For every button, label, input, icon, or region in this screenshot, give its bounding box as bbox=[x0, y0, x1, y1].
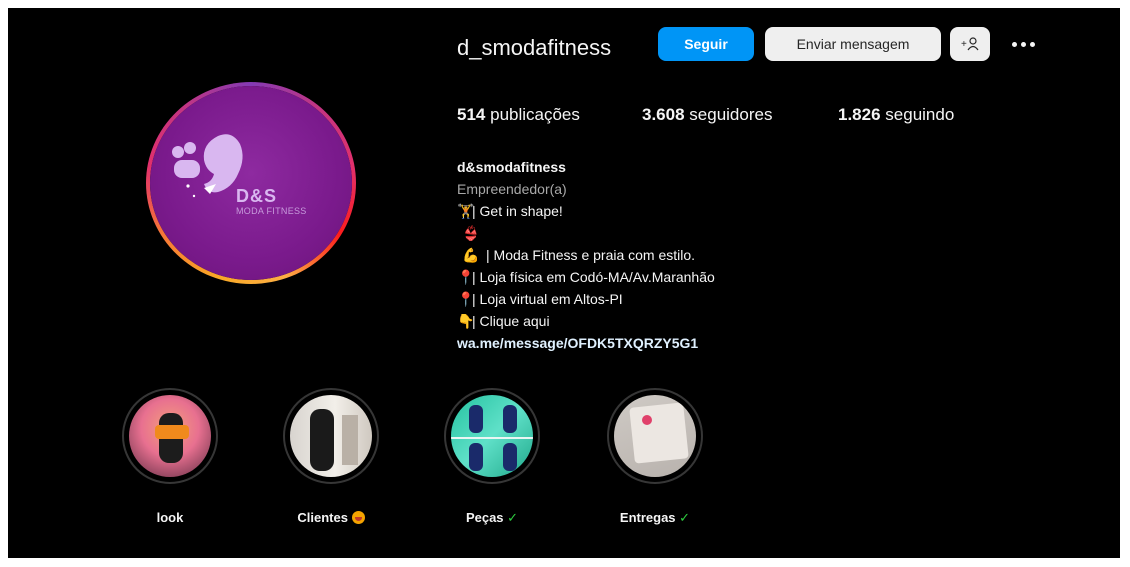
pointing-down-icon: 👇 bbox=[457, 313, 475, 329]
pin-icon: 📍 bbox=[457, 291, 475, 307]
highlight-cover bbox=[614, 395, 696, 477]
check-icon: ✓ bbox=[507, 510, 519, 525]
bio-line: 📍| Loja física em Codó-MA/Av.Maranhão bbox=[457, 266, 715, 288]
more-options-icon[interactable] bbox=[1012, 36, 1052, 52]
highlight-cover bbox=[129, 395, 211, 477]
logo-title: D&S bbox=[236, 186, 278, 206]
bio-line: 👙💪 | Moda Fitness e praia com estilo. bbox=[457, 222, 715, 266]
profile-bio: d&smodafitness Empreendedor(a) 🏋| Get in… bbox=[457, 156, 715, 354]
suggest-user-button[interactable]: + bbox=[950, 27, 990, 61]
follow-button[interactable]: Seguir bbox=[658, 27, 754, 61]
highlight-label: look bbox=[156, 510, 184, 525]
followers-stat[interactable]: 3.608 seguidores bbox=[642, 105, 772, 125]
profile-avatar[interactable]: D&S MODA FITNESS bbox=[146, 82, 356, 284]
following-label: seguindo bbox=[885, 105, 955, 124]
posts-count: 514 bbox=[457, 105, 486, 124]
bio-line: 🏋| Get in shape! bbox=[457, 200, 715, 222]
following-count: 1.826 bbox=[838, 105, 881, 124]
following-stat[interactable]: 1.826 seguindo bbox=[838, 105, 954, 125]
svg-text:+: + bbox=[961, 39, 967, 50]
followers-count: 3.608 bbox=[642, 105, 685, 124]
highlight-look[interactable]: look bbox=[120, 388, 220, 525]
highlight-label: Entregas ✓ bbox=[619, 510, 691, 525]
posts-label: publicações bbox=[490, 105, 580, 124]
bio-link[interactable]: wa.me/message/OFDK5TXQRZY5G1 bbox=[457, 332, 715, 354]
check-icon: ✓ bbox=[679, 510, 691, 525]
avatar-image: D&S MODA FITNESS bbox=[150, 86, 352, 280]
posts-stat: 514 publicações bbox=[457, 105, 580, 125]
profile-username: d_smodafitness bbox=[457, 35, 612, 60]
highlight-clientes[interactable]: Clientes bbox=[281, 388, 381, 525]
bikini-muscle-icon: 👙💪 bbox=[462, 225, 480, 263]
highlight-entregas[interactable]: Entregas ✓ bbox=[605, 388, 705, 526]
logo-subtitle: MODA FITNESS bbox=[236, 206, 307, 216]
followers-label: seguidores bbox=[689, 105, 773, 124]
highlight-cover bbox=[451, 395, 533, 477]
dumbbell-icon: 🏋 bbox=[457, 203, 475, 219]
add-user-icon: + bbox=[961, 37, 979, 51]
bio-category: Empreendedor(a) bbox=[457, 181, 567, 197]
smile-hearts-icon bbox=[351, 511, 365, 524]
profile-page: D&S MODA FITNESS d_smodafitness Seguir E… bbox=[8, 8, 1120, 558]
highlight-label: Peças ✓ bbox=[465, 510, 519, 525]
highlight-cover bbox=[290, 395, 372, 477]
send-message-button[interactable]: Enviar mensagem bbox=[765, 27, 941, 61]
bio-line: 📍| Loja virtual em Altos-PI bbox=[457, 288, 715, 310]
pin-icon: 📍 bbox=[457, 269, 475, 285]
bio-name: d&smodafitness bbox=[457, 159, 566, 175]
bio-line: 👇| Clique aqui bbox=[457, 310, 715, 332]
highlight-pecas[interactable]: Peças ✓ bbox=[442, 388, 542, 526]
highlight-label: Clientes bbox=[281, 510, 381, 525]
